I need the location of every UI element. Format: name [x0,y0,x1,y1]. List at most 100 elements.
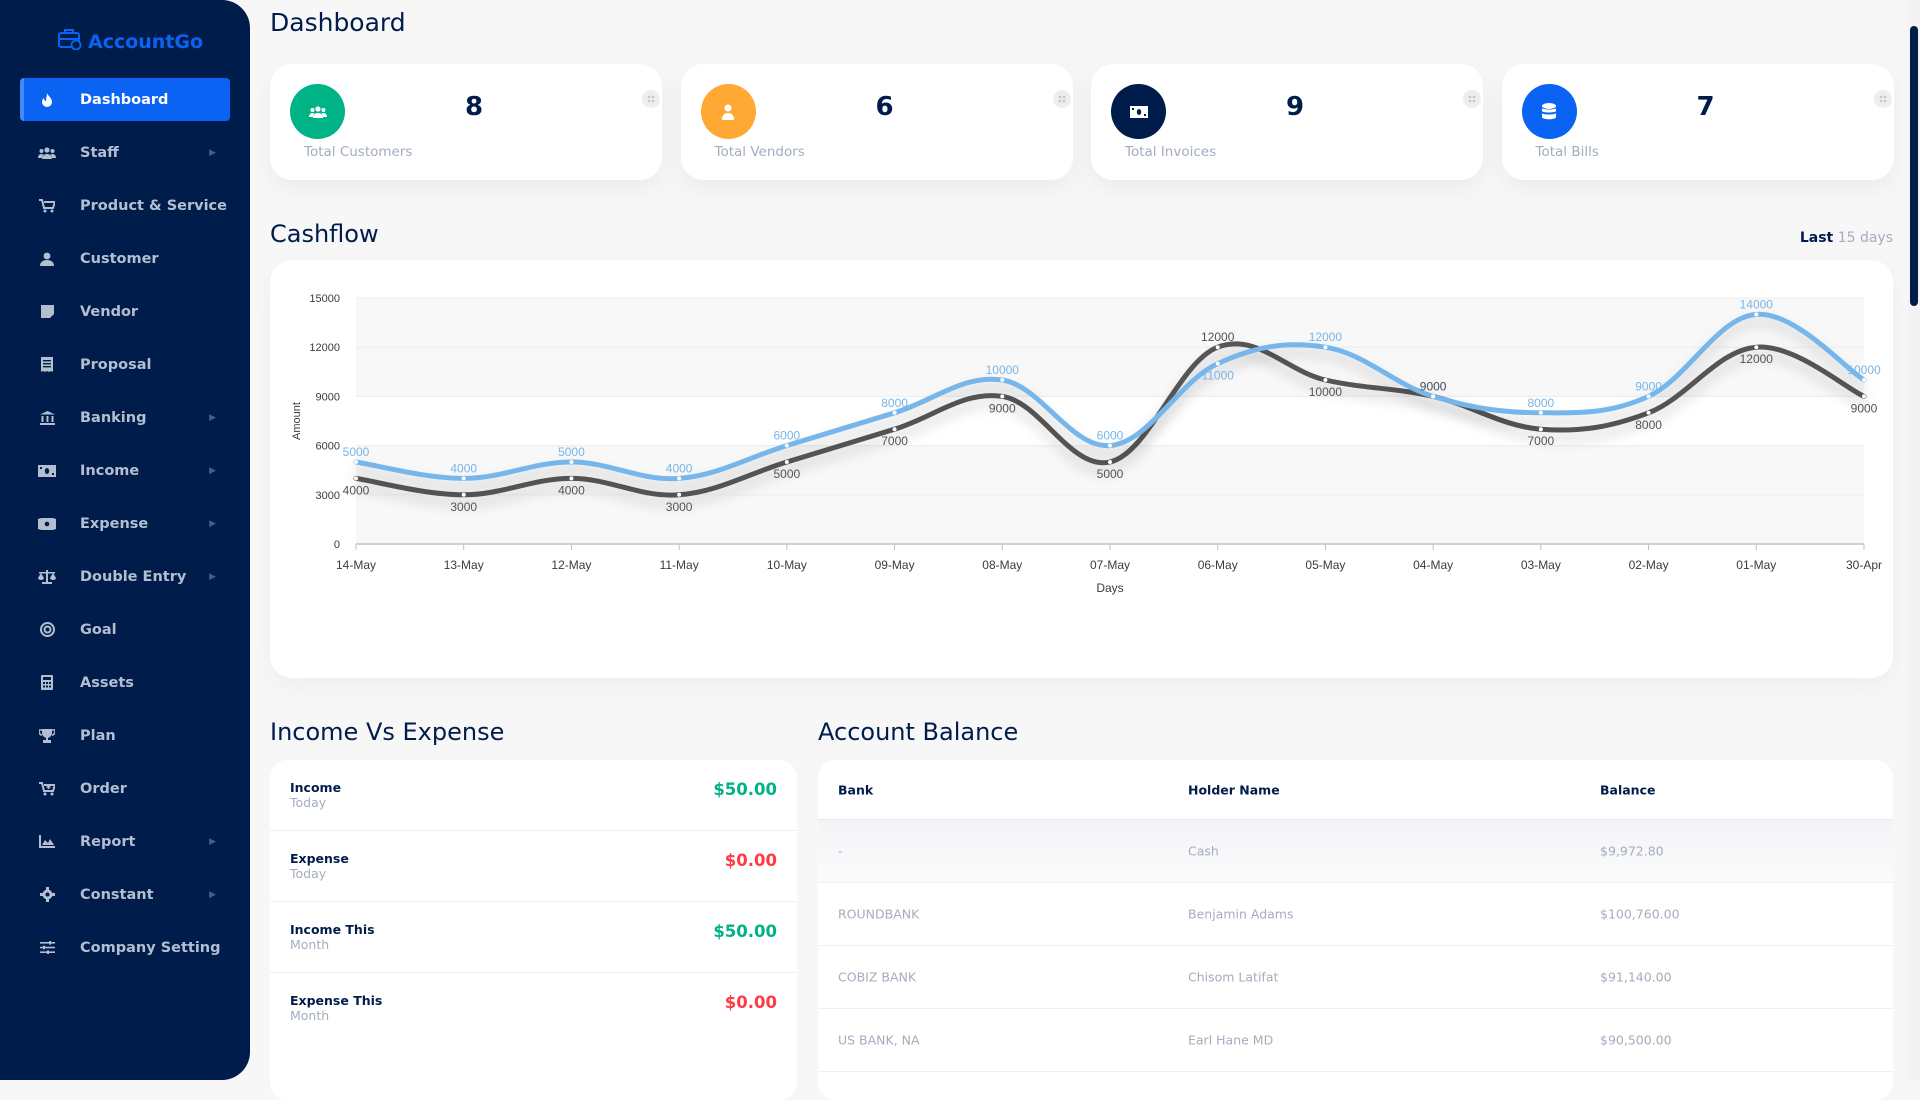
sidebar-item-label: Expense [80,515,149,532]
stat-card-total-invoices[interactable]: 9 Total Invoices [1091,64,1483,180]
table-cell: $9,972.80 [1600,843,1664,859]
data-label-expense: 9000 [1851,401,1878,415]
page-title: Dashboard [270,8,406,37]
data-point-expense [1862,394,1866,399]
stat-label: Total Bills [1535,144,1599,160]
stat-card-total-customers[interactable]: 8 Total Customers [270,64,662,180]
column-header[interactable]: Bank [838,782,873,797]
sidebar-item-banking[interactable]: Banking ▶ [20,396,230,439]
sidebar-item-proposal[interactable]: Proposal [20,343,230,386]
column-header[interactable]: Holder Name [1188,782,1280,797]
user-icon [721,104,735,120]
stat-card-total-bills[interactable]: 7 Total Bills [1501,64,1894,180]
x-tick-label: 14-May [336,558,376,572]
table-cell: Earl Hane MD [1188,1032,1274,1048]
drag-handle-icon[interactable] [1052,90,1071,108]
chevron-right-icon: ▶ [209,518,216,529]
data-label-expense: 4000 [558,483,585,497]
table-cell: - [838,843,843,859]
sidebar-item-report[interactable]: Report ▶ [20,820,230,863]
y-tick-label: 0 [334,539,340,551]
sidebar-item-label: Income [80,462,140,479]
sidebar-item-staff[interactable]: Staff ▶ [20,131,230,174]
data-label-expense: 10000 [1309,385,1343,399]
data-point-expense [461,492,466,497]
column-header[interactable]: Balance [1600,782,1655,797]
sidebar-item-order[interactable]: Order [20,767,230,810]
sidebar-item-customer[interactable]: Customer [20,237,230,280]
cashflow-range[interactable]: Last 15 days [1800,230,1893,246]
sidebar-item-dashboard[interactable]: Dashboard [20,78,230,121]
x-tick-label: 30-Apr [1846,558,1882,572]
sidebar-item-label: Order [80,780,127,797]
income-vs-expense-title: Income Vs Expense [270,718,505,746]
scrollbar-thumb[interactable] [1910,26,1918,306]
money-bill-icon [1129,105,1148,118]
table-row[interactable]: COBIZ BANK Chisom Latifat $91,140.00 [818,946,1893,1009]
data-point-income [1646,394,1651,399]
x-tick-label: 10-May [767,558,807,572]
x-tick-label: 07-May [1090,558,1130,572]
table-row[interactable]: - Cash $9,972.80 [818,820,1893,883]
sidebar-nav: Dashboard Staff ▶ Product & Service Custo… [20,78,230,979]
sidebar-item-company-setting[interactable]: Company Setting [20,926,230,969]
sidebar-item-double-entry[interactable]: Double Entry ▶ [20,555,230,598]
x-tick-label: 09-May [875,558,915,572]
data-point-expense [1754,345,1759,350]
sidebar-item-expense[interactable]: Expense ▶ [20,502,230,545]
stat-label: Total Customers [304,144,413,160]
sidebar-item-label: Dashboard [80,91,169,108]
data-label-expense: 9000 [989,401,1016,415]
cashflow-title: Cashflow [270,220,379,248]
income-expense-row: Expense This Month $0.00 [270,973,797,1044]
x-tick-label: 11-May [660,558,699,572]
bullseye-icon [38,621,56,639]
sidebar-item-label: Double Entry [80,568,187,585]
row-amount: $50.00 [713,922,777,941]
users-icon [38,144,56,162]
data-label-income: 12000 [1309,330,1343,344]
data-point-income [354,460,358,464]
x-tick-label: 06-May [1198,558,1238,572]
table-row[interactable]: ROUNDBANK Benjamin Adams $100,760.00 [818,883,1893,946]
table-cell: Cash [1188,843,1219,859]
stat-label: Total Invoices [1125,144,1217,160]
data-point-expense [677,492,682,497]
data-point-expense [1431,394,1436,399]
sidebar-item-constant[interactable]: Constant ▶ [20,873,230,916]
drag-handle-icon[interactable] [1463,90,1481,108]
sidebar-item-label: Banking [80,409,147,426]
sidebar-item-product-service[interactable]: Product & Service [20,184,230,227]
sidebar-item-plan[interactable]: Plan [20,714,230,757]
x-tick-label: 12-May [551,558,591,572]
stat-value: 6 [875,92,894,122]
logo[interactable]: AccountGo [58,28,203,55]
chevron-right-icon: ▶ [209,571,216,582]
sidebar-item-assets[interactable]: Assets [20,661,230,704]
sidebar-item-goal[interactable]: Goal [20,608,230,651]
data-label-expense: 5000 [774,467,801,481]
table-cell: $90,500.00 [1600,1032,1672,1048]
sidebar-item-vendor[interactable]: Vendor [20,290,230,333]
x-axis-title: Days [1096,581,1123,595]
account-balance-table: Bank Holder Name Balance - Cash $9,972.80 ROUN… [818,760,1893,1100]
data-point-income [1108,443,1112,448]
income-vs-expense-card: Income Today $50.00 Expense Today $0.00 In… [270,760,797,1100]
cashflow-chart-card: 0 3000 6000 9000 12000 15000 14-May 13-May 12-Ma… [270,260,1893,678]
sidebar-item-label: Customer [80,250,159,267]
data-point-income [677,476,682,481]
table-row[interactable]: US BANK, NA Earl Hane MD $90,500.00 [818,1009,1893,1072]
grid-band [356,494,1864,544]
stat-label: Total Vendors [714,144,805,160]
data-label-income: 11000 [1201,369,1234,383]
row-name: Expense [290,851,349,866]
drag-handle-icon[interactable] [642,90,660,108]
y-tick-label: 9000 [316,391,340,403]
drag-handle-icon[interactable] [1873,90,1892,108]
stat-card-total-vendors[interactable]: 6 Total Vendors [680,64,1073,180]
cog-icon [38,886,56,904]
scrollbar[interactable] [1908,0,1920,1080]
sidebar-item-income[interactable]: Income ▶ [20,449,230,492]
trophy-icon [38,727,56,745]
cashflow-chart: 0 3000 6000 9000 12000 15000 14-May 13-May 12-Ma… [291,293,1882,595]
